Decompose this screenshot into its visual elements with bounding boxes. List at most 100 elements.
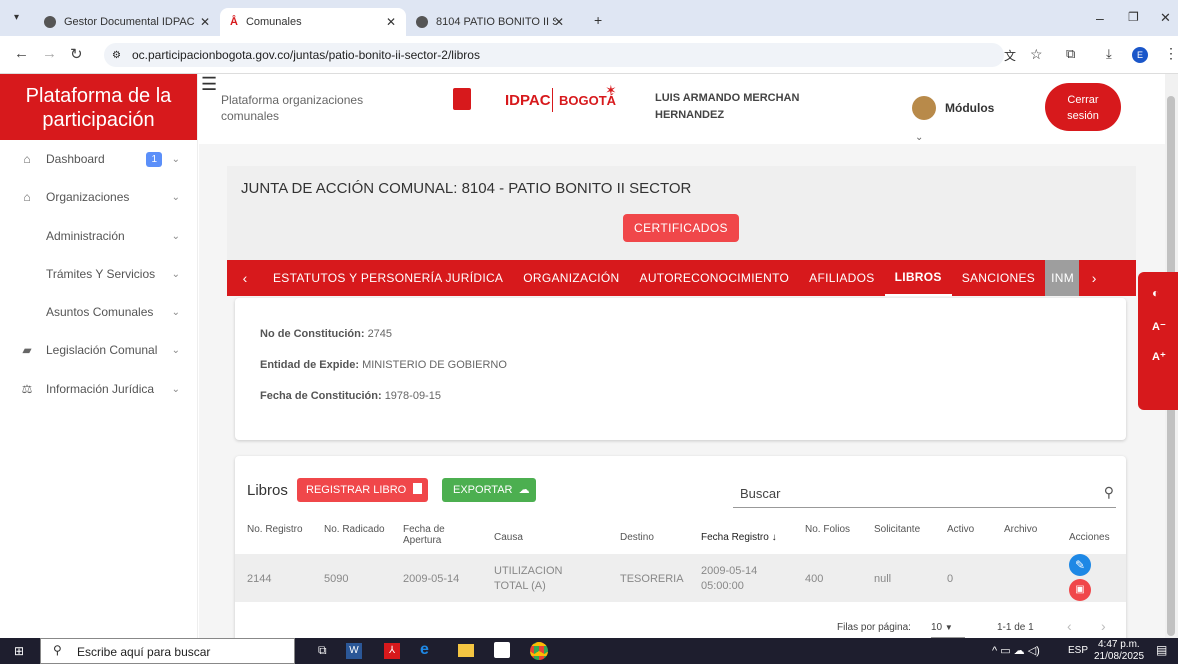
col-header-sorted[interactable]: Fecha Registro ↓ [701, 532, 777, 543]
hamburger-menu-icon[interactable]: ☰ [201, 74, 217, 95]
minimize-button[interactable]: – [1096, 10, 1104, 26]
sidebar-item-dashboard[interactable]: ⌂ Dashboard 1 ⌄ [0, 140, 198, 178]
language-indicator[interactable]: ESP [1068, 645, 1088, 656]
export-button[interactable]: EXPORTAR ☁ [442, 478, 536, 502]
sidebar-item-organizaciones[interactable]: ⌂ Organizaciones ⌄ [0, 178, 198, 216]
file-explorer-icon[interactable] [458, 644, 474, 657]
browser-tab-comunales[interactable]: Å Comunales ✕ [220, 8, 406, 36]
col-header: Archivo [1004, 524, 1038, 535]
sidebar-item-tramites[interactable]: Trámites Y Servicios ⌄ [0, 255, 198, 293]
acrobat-icon[interactable]: ⅄ [384, 643, 400, 659]
certificados-button[interactable]: CERTIFICADOS [623, 214, 739, 242]
browser-menu-icon[interactable]: ⋮ [1164, 45, 1178, 62]
cell-solicitante: null [874, 573, 892, 585]
word-icon[interactable]: W [346, 643, 362, 659]
col-header: Destino [620, 532, 654, 543]
rows-per-page-select[interactable]: 10 ▼ [931, 618, 965, 638]
prev-page-button[interactable]: ‹ [1067, 618, 1072, 634]
tab-sanciones[interactable]: SANCIONES [952, 260, 1045, 296]
chevron-left-icon[interactable]: ‹ [227, 270, 263, 286]
decrease-font-icon[interactable]: A⁻ [1152, 320, 1166, 333]
increase-font-icon[interactable]: A⁺ [1152, 350, 1166, 363]
tab-autoreconocimiento[interactable]: AUTORECONOCIMIENTO [630, 260, 800, 296]
home-icon: ⌂ [23, 190, 31, 204]
search-input[interactable]: Buscar ⚲ [733, 482, 1116, 508]
star-logo-icon: ✶ [605, 82, 617, 98]
reload-button[interactable]: ↻ [70, 45, 83, 63]
store-icon[interactable] [494, 642, 510, 658]
sidebar-item-legislacion[interactable]: ▰ Legislación Comunal ⌄ [0, 331, 198, 369]
close-icon[interactable]: ✕ [554, 15, 564, 29]
profile-avatar[interactable]: E [1132, 47, 1148, 63]
clock-time[interactable]: 4:47 p.m. [1098, 639, 1140, 650]
cell-destino: TESORERIA [620, 573, 684, 585]
col-header: Solicitante [874, 524, 921, 535]
search-icon[interactable]: ⚲ [1104, 484, 1114, 501]
cloud-upload-icon: ☁ [518, 484, 530, 496]
close-window-button[interactable]: ✕ [1160, 10, 1171, 26]
accessibility-toolbar: ◐ A⁻ A⁺ [1138, 272, 1178, 410]
tab-libros[interactable]: LIBROS [884, 260, 952, 296]
sidebar-item-administracion[interactable]: Administración ⌄ [0, 217, 198, 255]
translate-icon[interactable]: 文 [1004, 47, 1016, 64]
back-button[interactable]: ← [14, 45, 29, 62]
system-tray-icons[interactable]: ^ ▭ ☁ ◁) [992, 644, 1040, 657]
idpac-logo: IDPAC [505, 92, 551, 109]
user-avatar[interactable] [912, 96, 936, 120]
chevron-down-icon[interactable]: ⌄ [915, 132, 923, 143]
page-info: 1-1 de 1 [997, 622, 1034, 633]
sidebar: Plataforma de la participación ⌂ Dashboa… [0, 74, 198, 638]
url-field[interactable]: ⚙ oc.participacionbogota.gov.co/juntas/p… [104, 43, 1004, 67]
constitucion-row: No de Constitución: 2745 [260, 328, 392, 340]
notifications-icon[interactable]: ▤ [1156, 643, 1167, 657]
pdf-button[interactable]: ▣ [1069, 579, 1091, 601]
clock-date[interactable]: 21/08/2025 [1094, 651, 1144, 662]
search-icon: ⚲ [53, 643, 62, 657]
contrast-icon[interactable]: ◐ [1152, 286, 1159, 300]
scale-icon: ⚖ [21, 382, 33, 396]
cell-fecha-registro: 2009-05-14 05:00:00 [701, 565, 758, 592]
tab-organizacion[interactable]: ORGANIZACIÓN [513, 260, 629, 296]
next-page-button[interactable]: › [1101, 618, 1106, 634]
sorted-header-label: Fecha Registro [701, 532, 769, 543]
logout-button[interactable]: Cerrar sesión [1045, 83, 1121, 131]
sidebar-item-asuntos[interactable]: Asuntos Comunales ⌄ [0, 293, 198, 331]
sidebar-item-label: Legislación Comunal [46, 343, 158, 357]
browser-tab-gestor[interactable]: Gestor Documental IDPAC ✕ [34, 8, 220, 36]
user-name: LUIS ARMANDO MERCHAN HERNANDEZ [655, 92, 800, 121]
maximize-button[interactable]: ❐ [1128, 10, 1139, 24]
edge-icon[interactable]: e [420, 641, 429, 659]
windows-start-icon[interactable]: ⊞ [14, 644, 24, 658]
browser-tab-patio-bonito[interactable]: 8104 PATIO BONITO II SECTOR ✕ [406, 8, 586, 36]
junta-header-panel: JUNTA DE ACCIÓN COMUNAL: 8104 - PATIO BO… [227, 166, 1136, 260]
site-info-icon[interactable]: ⚙ [112, 50, 121, 61]
taskbar-search[interactable]: ⚲ Escribe aquí para buscar [40, 638, 295, 664]
new-tab-button[interactable]: + [594, 12, 602, 28]
junta-info-card: No de Constitución: 2745 Entidad de Expi… [235, 298, 1126, 440]
tab-afiliados[interactable]: AFILIADOS [799, 260, 884, 296]
constitucion-value: 2745 [367, 328, 393, 340]
tab-list-chevron-icon[interactable]: ▾ [14, 12, 19, 23]
cell-registro: 2144 [247, 573, 272, 585]
arrow-down-icon: ↓ [771, 532, 777, 543]
close-icon[interactable]: ✕ [386, 15, 396, 29]
chevron-right-icon[interactable]: › [1079, 270, 1109, 286]
edit-button[interactable]: ✎ [1069, 554, 1091, 576]
chrome-icon[interactable] [530, 642, 548, 660]
chevron-down-icon: ⌄ [171, 306, 180, 318]
tab-inmuebles[interactable]: INM [1045, 260, 1080, 296]
task-view-icon[interactable]: ⧉ [318, 643, 327, 658]
rows-per-page-value: 10 [931, 622, 943, 633]
tab-estatutos[interactable]: ESTATUTOS Y PERSONERÍA JURÍDICA [263, 260, 513, 296]
sidebar-item-informacion[interactable]: ⚖ Información Jurídica ⌄ [0, 370, 198, 408]
cell-radicado: 5090 [324, 573, 349, 585]
modules-label[interactable]: Módulos [945, 101, 994, 115]
register-book-button[interactable]: REGISTRAR LIBRO [297, 478, 428, 502]
col-header: No. Folios [805, 524, 851, 535]
extensions-icon[interactable]: ⧉ [1066, 46, 1075, 62]
bookmark-star-icon[interactable]: ☆ [1030, 46, 1043, 63]
download-icon[interactable]: ⤓ [1106, 46, 1112, 62]
count-badge: 1 [146, 151, 162, 167]
close-icon[interactable]: ✕ [200, 15, 210, 29]
forward-button[interactable]: → [42, 45, 57, 62]
